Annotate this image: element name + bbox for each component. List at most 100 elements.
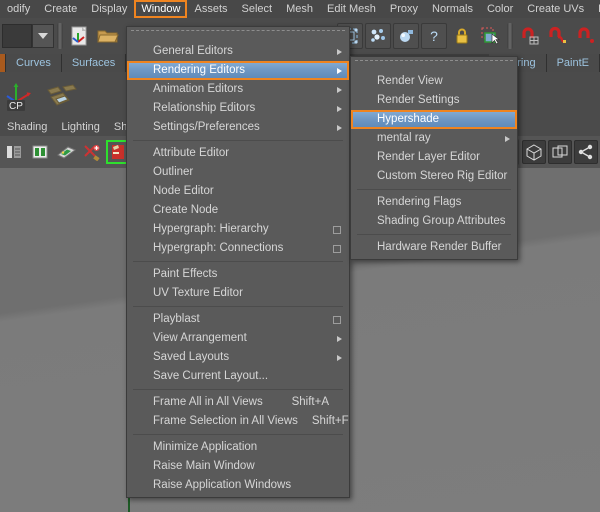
- magnet-add-icon[interactable]: [80, 140, 104, 164]
- menu-item-label: Playblast: [153, 313, 200, 325]
- menu-item-hypergraph-hierarchy[interactable]: Hypergraph: Hierarchy: [127, 220, 349, 239]
- menu-item-render-layer-editor[interactable]: Render Layer Editor: [351, 148, 517, 167]
- menu-item-label: Relationship Editors: [153, 102, 256, 114]
- menu-modify[interactable]: odify: [0, 0, 37, 18]
- menu-separator: [133, 306, 343, 307]
- menu-separator: [133, 140, 343, 141]
- mode-selector-box[interactable]: [2, 24, 32, 48]
- layers-icon[interactable]: [548, 140, 572, 164]
- mode-dropdown-button[interactable]: [32, 24, 54, 48]
- menu-item-custom-stereo-rig-editor[interactable]: Custom Stereo Rig Editor: [351, 167, 517, 186]
- menu-window[interactable]: Window: [134, 0, 188, 18]
- menu-item-attribute-editor[interactable]: Attribute Editor: [127, 144, 349, 163]
- menu-item-saved-layouts[interactable]: Saved Layouts: [127, 348, 349, 367]
- menu-item-outliner[interactable]: Outliner: [127, 163, 349, 182]
- option-box-icon[interactable]: [333, 315, 341, 324]
- menu-separator: [357, 234, 511, 235]
- menu-display[interactable]: Display: [84, 0, 134, 18]
- help-icon[interactable]: ?: [421, 23, 447, 49]
- option-box-icon[interactable]: [333, 225, 341, 234]
- menu-edit-mesh[interactable]: Edit Mesh: [320, 0, 383, 18]
- menu-item-rendering-flags[interactable]: Rendering Flags: [351, 193, 517, 212]
- menu-mesh[interactable]: Mesh: [279, 0, 320, 18]
- menu-item-hypershade[interactable]: Hypershade: [351, 110, 517, 129]
- menu-create[interactable]: Create: [37, 0, 84, 18]
- shelf-tab-surfaces[interactable]: Surfaces: [61, 54, 127, 72]
- menu-item-frame-all-in-all-views[interactable]: Frame All in All Views Shift+A: [127, 393, 349, 412]
- menu-item-paint-effects[interactable]: Paint Effects: [127, 265, 349, 284]
- snap-to-curve-icon[interactable]: [545, 23, 571, 49]
- new-scene-icon[interactable]: [67, 23, 93, 49]
- node-share-icon[interactable]: [574, 140, 598, 164]
- menu-color[interactable]: Color: [480, 0, 520, 18]
- menu-item-label: Custom Stereo Rig Editor: [377, 170, 508, 182]
- menu-item-hardware-render-buffer[interactable]: Hardware Render Buffer: [351, 238, 517, 257]
- polygon-plane-icon[interactable]: [42, 78, 77, 112]
- menu-item-uv-texture-editor[interactable]: UV Texture Editor: [127, 284, 349, 303]
- menu-item-label: Shading Group Attributes: [377, 215, 506, 227]
- menu-item-raise-application-windows[interactable]: Raise Application Windows: [127, 476, 349, 495]
- menu-item-label: Hypergraph: Hierarchy: [153, 223, 269, 235]
- menu-item-save-current-layout[interactable]: Save Current Layout...: [127, 367, 349, 386]
- menu-item-hypergraph-connections[interactable]: Hypergraph: Connections: [127, 239, 349, 258]
- menu-item-render-settings[interactable]: Render Settings: [351, 91, 517, 110]
- menu-normals[interactable]: Normals: [425, 0, 480, 18]
- menu-item-label: Attribute Editor: [153, 147, 230, 159]
- menu-item-label: Saved Layouts: [153, 351, 230, 363]
- menu-item-create-node[interactable]: Create Node: [127, 201, 349, 220]
- menu-item-label: Node Editor: [153, 185, 214, 197]
- toolbar-divider-2[interactable]: [507, 23, 513, 49]
- menu-assets[interactable]: Assets: [187, 0, 234, 18]
- menu-item-label: Raise Application Windows: [153, 479, 292, 491]
- menu-item-label: Hardware Render Buffer: [377, 241, 502, 253]
- render-settings-icon[interactable]: [393, 23, 419, 49]
- menu-item-relationship-editors[interactable]: Relationship Editors: [127, 99, 349, 118]
- menu-item-label: mental ray: [377, 132, 431, 144]
- ipr-render-icon[interactable]: [365, 23, 391, 49]
- menu-tearoff-handle[interactable]: [131, 30, 345, 40]
- menu-item-playblast[interactable]: Playblast: [127, 310, 349, 329]
- option-box-icon[interactable]: [333, 244, 341, 253]
- menu-item-node-editor[interactable]: Node Editor: [127, 182, 349, 201]
- panel-menu-shading[interactable]: Shading: [0, 118, 54, 136]
- chevron-right-icon: [337, 124, 342, 131]
- submenu-tearoff-handle[interactable]: [355, 60, 513, 70]
- book-icon[interactable]: [28, 140, 52, 164]
- menu-item-animation-editors[interactable]: Animation Editors: [127, 80, 349, 99]
- lock-icon[interactable]: [449, 23, 475, 49]
- menu-item-label: Raise Main Window: [153, 460, 255, 472]
- image-plane-icon[interactable]: [54, 140, 78, 164]
- cube-icon[interactable]: [522, 140, 546, 164]
- menu-select[interactable]: Select: [235, 0, 280, 18]
- menu-item-label: Hypergraph: Connections: [153, 242, 284, 254]
- menu-item-view-arrangement[interactable]: View Arrangement: [127, 329, 349, 348]
- window-dropdown-menu[interactable]: General Editors Rendering Editors Animat…: [126, 26, 350, 498]
- rendering-editors-submenu[interactable]: Render View Render Settings Hypershade m…: [350, 56, 518, 260]
- snap-to-grid-icon[interactable]: [517, 23, 543, 49]
- menu-edit[interactable]: Edit: [591, 0, 600, 18]
- open-folder-icon[interactable]: [95, 23, 121, 49]
- panel-menu-lighting[interactable]: Lighting: [54, 118, 107, 136]
- toolbar-divider-1[interactable]: [57, 23, 63, 49]
- menu-item-label: Minimize Application: [153, 441, 258, 453]
- menu-item-frame-selection-in-all-views[interactable]: Frame Selection in All Views Shift+F: [127, 412, 349, 431]
- menu-item-label: View Arrangement: [153, 332, 247, 344]
- menu-item-settings-preferences[interactable]: Settings/Preferences: [127, 118, 349, 137]
- menu-item-minimize-application[interactable]: Minimize Application: [127, 438, 349, 457]
- menu-item-mental-ray[interactable]: mental ray: [351, 129, 517, 148]
- menu-item-render-view[interactable]: Render View: [351, 72, 517, 91]
- chevron-right-icon: [505, 135, 510, 142]
- menu-item-raise-main-window[interactable]: Raise Main Window: [127, 457, 349, 476]
- shelf-tab-curves[interactable]: Curves: [6, 54, 62, 72]
- menu-item-rendering-editors[interactable]: Rendering Editors: [127, 61, 349, 80]
- panel-list-icon[interactable]: [2, 140, 26, 164]
- select-tool-icon[interactable]: [477, 23, 503, 49]
- cp-curve-icon[interactable]: CP: [4, 78, 38, 112]
- menu-proxy[interactable]: Proxy: [383, 0, 425, 18]
- chevron-right-icon: [337, 335, 342, 342]
- shelf-tab-painteffects[interactable]: PaintE: [546, 54, 600, 72]
- menu-create-uvs[interactable]: Create UVs: [520, 0, 591, 18]
- menu-item-general-editors[interactable]: General Editors: [127, 42, 349, 61]
- snap-to-point-icon[interactable]: [573, 23, 599, 49]
- menu-item-shading-group-attributes[interactable]: Shading Group Attributes: [351, 212, 517, 231]
